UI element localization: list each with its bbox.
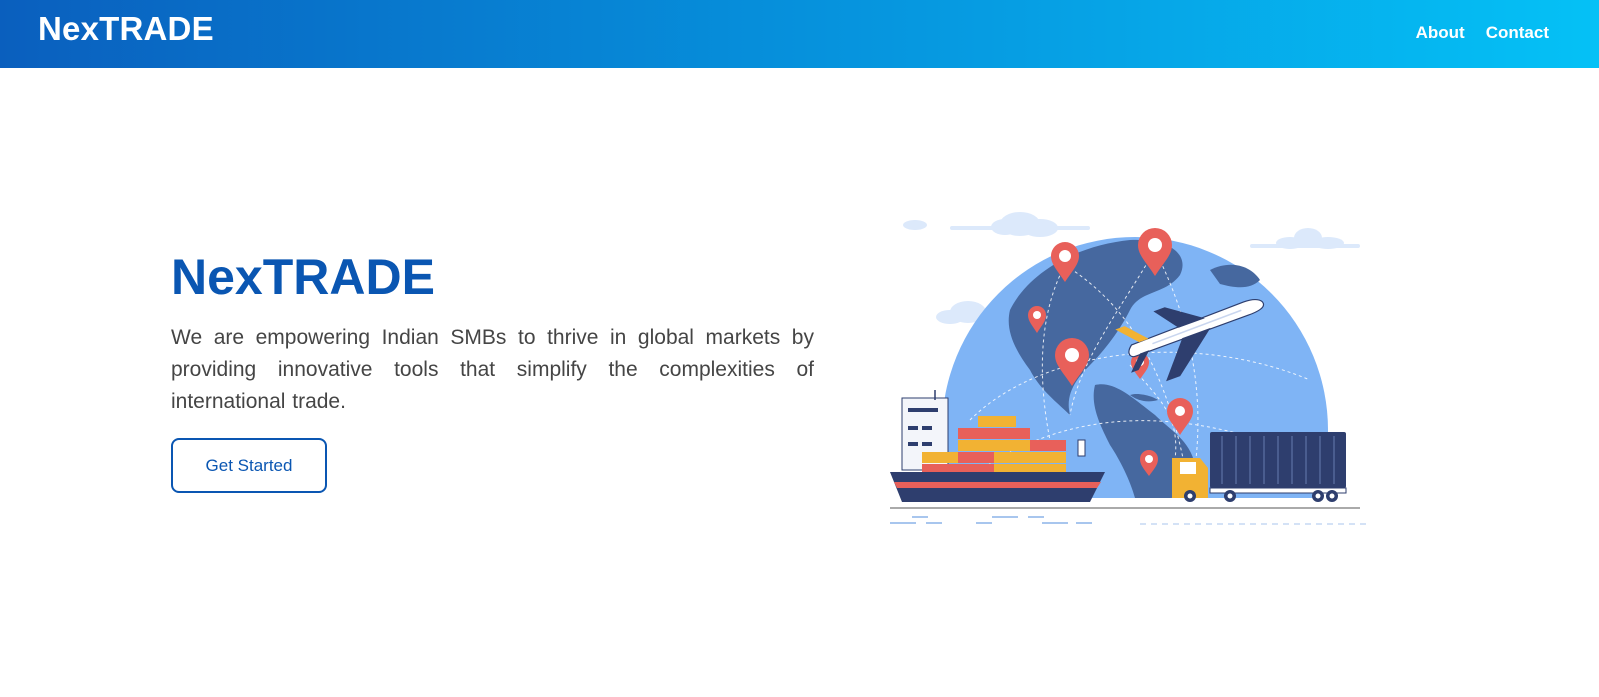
global-trade-illustration: [890, 200, 1380, 530]
get-started-button[interactable]: Get Started: [171, 438, 327, 493]
nav-contact-link[interactable]: Contact: [1486, 23, 1549, 43]
hero-text: NexTRADE We are empowering Indian SMBs t…: [171, 248, 814, 418]
top-navbar: NexTRADE About Contact: [0, 0, 1599, 68]
nav-links: About Contact: [1416, 23, 1549, 43]
brand-logo[interactable]: NexTRADE: [38, 10, 214, 48]
trade-illustration-svg: [890, 212, 1370, 525]
hero-title: NexTRADE: [171, 249, 435, 305]
hero-description: We are empowering Indian SMBs to thrive …: [171, 326, 814, 413]
nav-about-link[interactable]: About: [1416, 23, 1465, 43]
